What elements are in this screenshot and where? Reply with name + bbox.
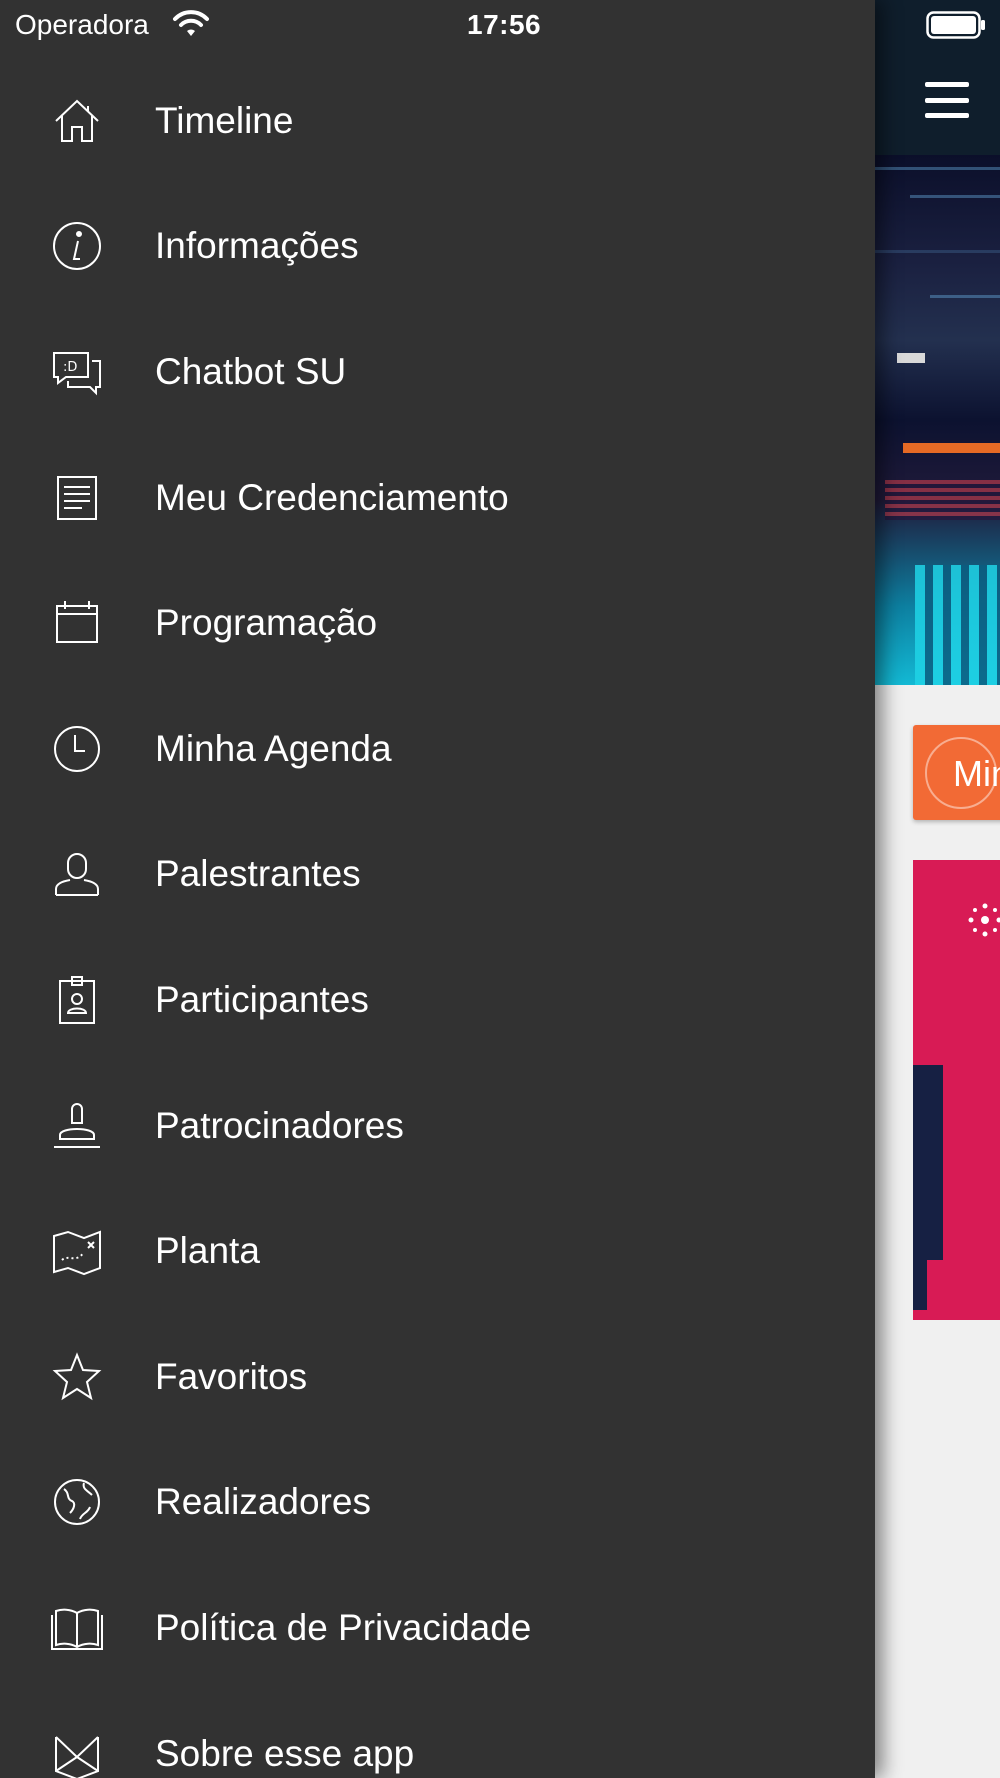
envelope-icon [48,1725,106,1778]
menu-item-label: Patrocinadores [155,1104,404,1146]
status-time: 17:56 [467,9,542,40]
menu-item-label: Minha Agenda [155,727,392,769]
document-icon [48,469,106,527]
app-screen: Min Timeline [0,0,1000,1778]
sparkle-icon [968,903,1000,937]
menu-item-favoritos[interactable]: Favoritos [0,1314,875,1440]
chat-icon: :D [48,343,106,401]
carrier-name: Operadora [15,9,149,40]
stamp-icon [48,1097,106,1155]
menu-item-sobre-app[interactable]: Sobre esse app [0,1691,875,1778]
menu-item-label: Sobre esse app [155,1732,415,1774]
menu-item-planta[interactable]: Planta [0,1188,875,1314]
promo-image[interactable] [913,860,1000,1320]
menu-item-timeline[interactable]: Timeline [0,58,875,184]
clock-icon [48,720,106,778]
menu-item-patrocinadores[interactable]: Patrocinadores [0,1063,875,1189]
menu-item-programacao[interactable]: Programação [0,560,875,686]
menu-item-label: Participantes [155,978,369,1020]
battery-icon [926,11,985,39]
menu-item-label: Realizadores [155,1481,371,1523]
menu-item-informacoes[interactable]: Informações [0,184,875,310]
menu-item-realizadores[interactable]: Realizadores [0,1440,875,1566]
menu-item-label: Política de Privacidade [155,1606,532,1648]
menu-item-label: Favoritos [155,1355,308,1397]
status-bar: Operadora 17:56 [0,0,1000,50]
menu-item-palestrantes[interactable]: Palestrantes [0,812,875,938]
globe-icon [48,1473,106,1531]
calendar-icon [48,594,106,652]
menu-item-label: Programação [155,602,378,644]
menu-item-credenciamento[interactable]: Meu Credenciamento [0,435,875,561]
menu-item-chatbot[interactable]: :D Chatbot SU [0,309,875,435]
book-icon [48,1599,106,1657]
menu-item-label: Palestrantes [155,853,361,895]
svg-text::D: :D [63,360,77,375]
hamburger-menu-icon[interactable] [925,82,969,118]
drawer-menu: Timeline Informações :D Chatbot SU Meu C… [0,58,875,1778]
person-icon [48,845,106,903]
menu-item-label: Meu Credenciamento [155,476,509,518]
home-icon [48,92,106,150]
my-agenda-button-label: Min [953,753,1000,794]
navigation-drawer: Timeline Informações :D Chatbot SU Meu C… [0,0,875,1778]
menu-item-minha-agenda[interactable]: Minha Agenda [0,686,875,812]
menu-item-participantes[interactable]: Participantes [0,937,875,1063]
my-agenda-button[interactable]: Min [913,725,1000,820]
event-banner [875,155,1000,685]
menu-item-label: Chatbot SU [155,350,347,392]
menu-item-label: Timeline [155,99,294,141]
star-icon [48,1348,106,1406]
info-icon [48,217,106,275]
menu-item-label: Planta [155,1230,260,1272]
menu-item-politica-privacidade[interactable]: Política de Privacidade [0,1565,875,1691]
menu-item-label: Informações [155,225,359,267]
map-icon [48,1222,106,1280]
badge-icon [48,971,106,1029]
wifi-icon [173,10,209,36]
